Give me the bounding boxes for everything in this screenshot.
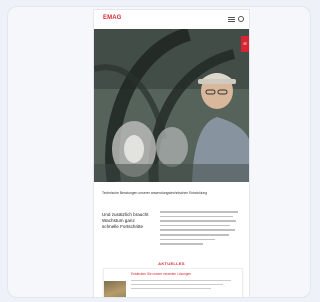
site-header: EMAG (94, 10, 249, 30)
chat-icon[interactable]: ✉ (241, 36, 249, 52)
hero-photo-illustration (94, 29, 249, 182)
teaser-text (131, 280, 231, 292)
section-title: AKTUELLES (158, 261, 185, 266)
brand-logo[interactable]: EMAG (103, 15, 121, 21)
teaser-card[interactable]: Entdecken Sie unsere neuesten Lösungen (103, 268, 243, 297)
search-icon[interactable] (238, 16, 244, 22)
feature-headline: Und zusätzlich braucht Wachstum ganz sch… (102, 212, 149, 229)
preview-card: EMAG ✉ Technische Beratungen unserer anw… (7, 6, 311, 298)
teaser-image (104, 281, 126, 297)
menu-icon[interactable] (228, 16, 235, 22)
feature-paragraph (160, 211, 238, 248)
hero-image: ✉ (94, 29, 249, 182)
header-actions (228, 16, 244, 22)
teaser-title[interactable]: Entdecken Sie unsere neuesten Lösungen (131, 272, 236, 276)
intro-tagline: Technische Beratungen unserer anwendungs… (102, 191, 208, 195)
mobile-page-preview[interactable]: EMAG ✉ Technische Beratungen unserer anw… (94, 10, 249, 297)
